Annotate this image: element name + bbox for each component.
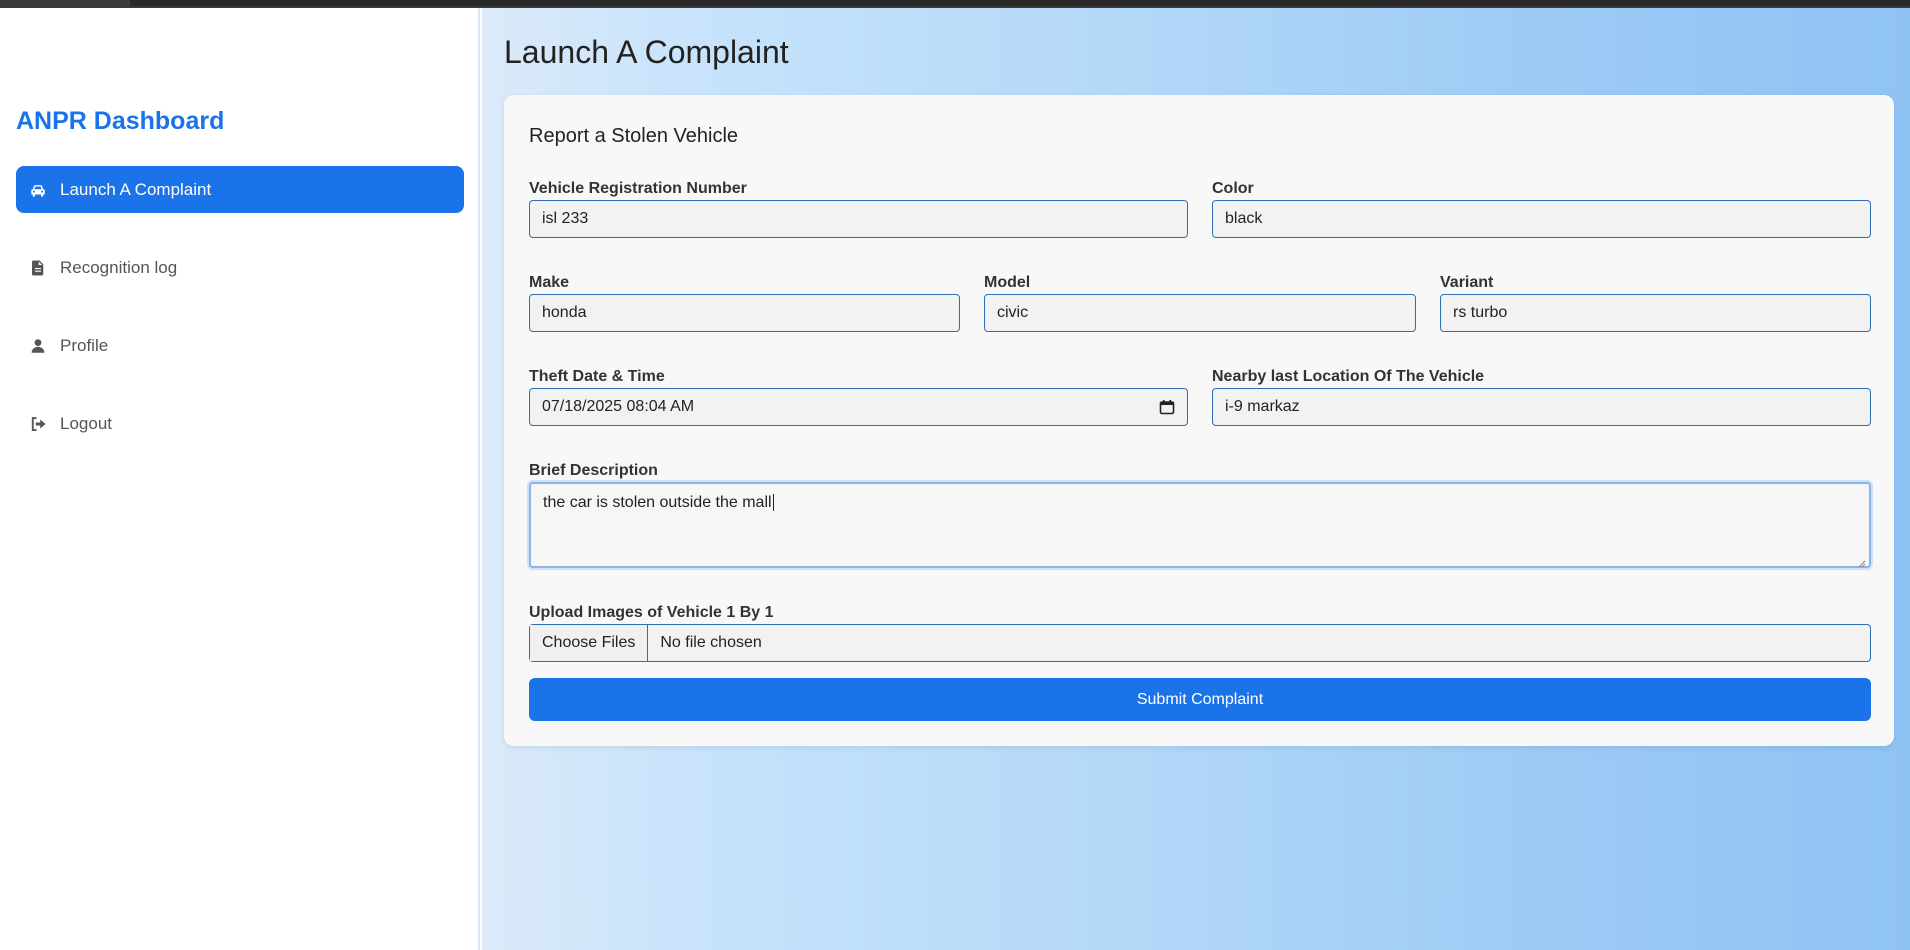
model-label: Model	[984, 274, 1031, 291]
file-icon	[28, 258, 48, 278]
color-value: black	[1225, 210, 1263, 227]
sidebar-item-logout[interactable]: Logout	[16, 400, 464, 447]
logout-icon	[28, 414, 48, 434]
sidebar-item-label: Recognition log	[60, 257, 178, 277]
submit-complaint-button[interactable]: Submit Complaint	[529, 678, 1871, 721]
browser-top-bar	[0, 0, 1910, 8]
main-content: Launch A Complaint Report a Stolen Vehic…	[482, 8, 1910, 950]
choose-files-button[interactable]: Choose Files	[530, 625, 649, 661]
sidebar-item-profile[interactable]: Profile	[16, 322, 464, 369]
registration-input[interactable]: isl 233	[529, 200, 1188, 238]
theft-datetime-input[interactable]: 07/18/2025 08:04 AM	[529, 388, 1188, 426]
complaint-form-card: Report a Stolen Vehicle Vehicle Registra…	[504, 95, 1894, 746]
color-label: Color	[1212, 180, 1254, 197]
color-input[interactable]: black	[1212, 200, 1871, 238]
make-input[interactable]: honda	[529, 294, 960, 332]
make-value: honda	[542, 304, 587, 321]
calendar-icon[interactable]	[1159, 399, 1175, 415]
model-value: civic	[997, 304, 1029, 321]
car-icon	[28, 180, 48, 200]
brand-title: ANPR Dashboard	[16, 107, 225, 135]
sidebar-item-label: Launch A Complaint	[60, 179, 212, 199]
sidebar: ANPR Dashboard Launch A Complaint Recogn…	[0, 8, 480, 950]
description-label: Brief Description	[529, 462, 658, 479]
sidebar-item-launch-complaint[interactable]: Launch A Complaint	[16, 166, 464, 213]
description-textarea[interactable]: the car is stolen outside the mall	[529, 482, 1871, 568]
location-label: Nearby last Location Of The Vehicle	[1212, 368, 1485, 385]
theft-datetime-value: 07/18/2025 08:04 AM	[542, 398, 695, 415]
upload-label: Upload Images of Vehicle 1 By 1	[529, 604, 774, 621]
sidebar-item-label: Profile	[60, 335, 109, 355]
variant-input[interactable]: rs turbo	[1440, 294, 1871, 332]
form-title: Report a Stolen Vehicle	[529, 125, 739, 147]
make-label: Make	[529, 274, 570, 291]
variant-value: rs turbo	[1453, 304, 1508, 321]
registration-label: Vehicle Registration Number	[529, 180, 747, 197]
user-icon	[28, 336, 48, 356]
registration-value: isl 233	[542, 210, 589, 227]
file-status: No file chosen	[660, 634, 762, 651]
location-input[interactable]: i-9 markaz	[1212, 388, 1871, 426]
model-input[interactable]: civic	[984, 294, 1416, 332]
file-upload-input[interactable]: Choose Files No file chosen	[529, 624, 1871, 662]
variant-label: Variant	[1440, 274, 1494, 291]
theft-datetime-label: Theft Date & Time	[529, 368, 665, 385]
page-title: Launch A Complaint	[504, 34, 789, 70]
location-value: i-9 markaz	[1225, 398, 1300, 415]
sidebar-item-label: Logout	[60, 413, 112, 433]
description-value: the car is stolen outside the mall	[543, 494, 772, 511]
browser-top-bar-inner	[130, 0, 1910, 6]
text-cursor	[772, 494, 774, 511]
sidebar-item-recognition-log[interactable]: Recognition log	[16, 244, 464, 291]
resize-handle-icon[interactable]	[1858, 555, 1866, 568]
